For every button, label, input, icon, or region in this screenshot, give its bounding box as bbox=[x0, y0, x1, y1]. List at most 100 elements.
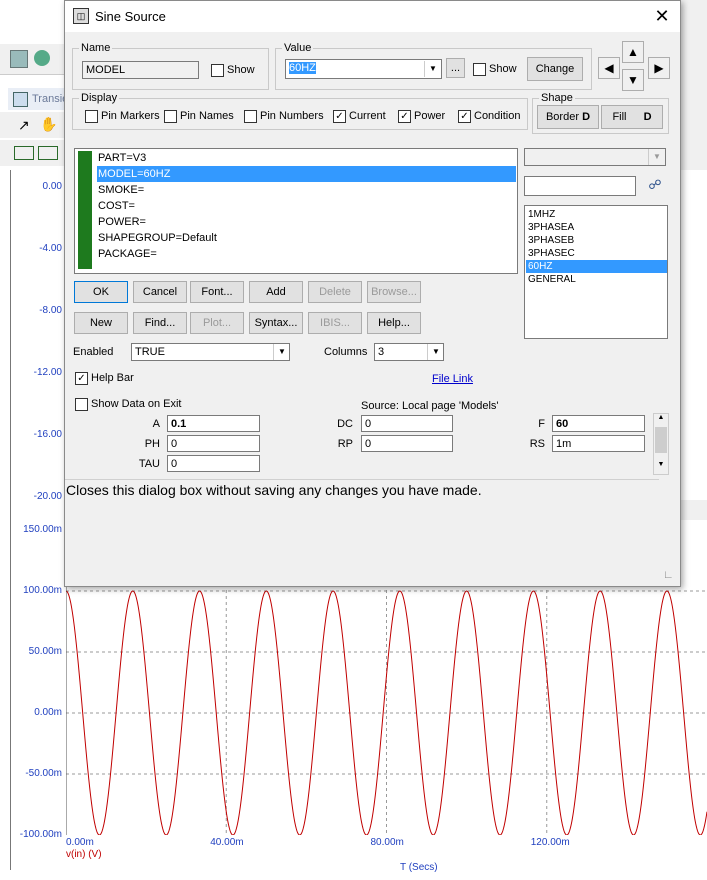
help-bar-checkbox[interactable]: ✓ bbox=[75, 372, 88, 385]
cursor-tool-icon-2[interactable] bbox=[38, 146, 58, 160]
param-rs-field[interactable]: 1m bbox=[552, 435, 645, 452]
binoculars-icon[interactable]: ☍ bbox=[646, 177, 664, 195]
help-text-area: Closes this dialog box without saving an… bbox=[65, 479, 659, 585]
button-syntax[interactable]: Syntax... bbox=[249, 312, 303, 334]
value-show-checkbox[interactable] bbox=[473, 63, 486, 76]
globe-icon[interactable] bbox=[34, 50, 50, 66]
arrow-left-icon[interactable]: ◀ bbox=[598, 57, 620, 79]
enabled-dropdown-icon[interactable]: ▼ bbox=[273, 344, 290, 360]
scroll-up-icon[interactable]: ▲ bbox=[654, 414, 668, 426]
scroll-down-icon[interactable]: ▼ bbox=[654, 461, 668, 473]
display-checkbox-2[interactable] bbox=[244, 110, 257, 123]
button-add[interactable]: Add bbox=[249, 281, 303, 303]
display-label-2: Pin Numbers bbox=[260, 110, 324, 122]
help-bar-label: Help Bar bbox=[91, 372, 134, 384]
bottom-plot-y-tick: 150.00m bbox=[23, 524, 62, 535]
param-ph-label: PH bbox=[144, 438, 160, 450]
button-help[interactable]: Help... bbox=[367, 312, 421, 334]
display-checkbox-0[interactable] bbox=[85, 110, 98, 123]
border-style-icon: D bbox=[582, 111, 591, 123]
value-ellipsis-button[interactable]: ... bbox=[446, 58, 465, 78]
display-label-1: Pin Names bbox=[180, 110, 234, 122]
display-checkbox-1[interactable] bbox=[164, 110, 177, 123]
attribute-item[interactable]: PACKAGE= bbox=[97, 246, 516, 262]
button-cancel[interactable]: Cancel bbox=[133, 281, 187, 303]
attribute-list[interactable]: PART=V3 MODEL=60HZ SMOKE= COST= POWER= SHAPEG… bbox=[74, 148, 518, 274]
bottom-plot-y-tick: 0.00m bbox=[34, 707, 62, 718]
dialog-title: Sine Source bbox=[95, 9, 166, 24]
button-ibis[interactable]: IBIS... bbox=[308, 312, 362, 334]
display-checkbox-4[interactable]: ✓ bbox=[398, 110, 411, 123]
attribute-item[interactable]: COST= bbox=[97, 198, 516, 214]
resize-grip-icon[interactable]: ∟ bbox=[663, 569, 677, 583]
show-data-checkbox[interactable] bbox=[75, 398, 88, 411]
param-ph-field[interactable]: 0 bbox=[167, 435, 260, 452]
attribute-item[interactable]: MODEL=60HZ bbox=[97, 166, 516, 182]
button-ok[interactable]: OK bbox=[74, 281, 128, 303]
title-bar: ◫ Sine Source ✕ bbox=[65, 1, 680, 32]
x-axis-title: T (Secs) bbox=[400, 862, 438, 873]
model-library-dropdown-icon[interactable]: ▼ bbox=[648, 149, 665, 165]
name-field[interactable]: MODEL bbox=[82, 61, 199, 79]
attribute-item[interactable]: PART=V3 bbox=[97, 150, 516, 166]
param-dc-field[interactable]: 0 bbox=[361, 415, 453, 432]
columns-dropdown-icon[interactable]: ▼ bbox=[427, 344, 444, 360]
param-scrollbar[interactable]: ▲ ▼ bbox=[653, 413, 669, 475]
fill-button-label: Fill bbox=[612, 111, 627, 123]
bottom-plot-y-tick: 50.00m bbox=[28, 646, 62, 657]
param-tau-field[interactable]: 0 bbox=[167, 455, 260, 472]
button-plot[interactable]: Plot... bbox=[190, 312, 244, 334]
cursor-tool-icon[interactable] bbox=[14, 146, 34, 160]
name-show-checkbox[interactable] bbox=[211, 64, 224, 77]
pointer-icon[interactable]: ↗ bbox=[18, 117, 30, 134]
value-combo[interactable]: 60HZ bbox=[285, 59, 442, 79]
shape-group-label: Shape bbox=[539, 92, 575, 104]
model-item[interactable]: 60HZ bbox=[526, 260, 667, 273]
display-checkbox-5[interactable]: ✓ bbox=[458, 110, 471, 123]
close-icon[interactable]: ✕ bbox=[650, 5, 674, 27]
model-list[interactable]: 1MHZ 3PHASEA 3PHASEB 3PHASEC 60HZ GENERAL bbox=[524, 205, 668, 339]
model-library-combo[interactable] bbox=[524, 148, 666, 166]
bottom-plot-y-tick: -50.00m bbox=[25, 768, 62, 779]
top-plot-y-tick: 0.00 bbox=[42, 181, 62, 192]
arrow-down-icon[interactable]: ▼ bbox=[622, 69, 644, 91]
button-new[interactable]: New bbox=[74, 312, 128, 334]
fill-button[interactable]: Fill D bbox=[601, 105, 663, 129]
scroll-thumb[interactable] bbox=[655, 427, 667, 453]
param-f-field[interactable]: 60 bbox=[552, 415, 645, 432]
model-item[interactable]: 3PHASEB bbox=[526, 234, 667, 247]
arrow-right-icon[interactable]: ▶ bbox=[648, 57, 670, 79]
file-link[interactable]: File Link bbox=[432, 373, 473, 385]
attribute-item[interactable]: SHAPEGROUP=Default bbox=[97, 230, 516, 246]
change-button[interactable]: Change bbox=[527, 57, 583, 81]
model-item[interactable]: GENERAL bbox=[526, 273, 667, 286]
display-label-0: Pin Markers bbox=[101, 110, 160, 122]
source-text: Source: Local page 'Models' bbox=[361, 400, 499, 412]
attribute-item[interactable]: POWER= bbox=[97, 214, 516, 230]
model-item[interactable]: 3PHASEA bbox=[526, 221, 667, 234]
toolbar-icon[interactable] bbox=[10, 50, 28, 68]
param-rp-field[interactable]: 0 bbox=[361, 435, 453, 452]
param-rp-label: RP bbox=[337, 438, 353, 450]
model-search-input[interactable] bbox=[524, 176, 636, 196]
hand-icon[interactable]: ✋ bbox=[40, 116, 57, 133]
model-item[interactable]: 1MHZ bbox=[526, 208, 667, 221]
attribute-item[interactable]: SMOKE= bbox=[97, 182, 516, 198]
transient-tab[interactable]: Transie bbox=[8, 88, 68, 110]
display-checkbox-3[interactable]: ✓ bbox=[333, 110, 346, 123]
enabled-combo[interactable]: TRUE bbox=[131, 343, 290, 361]
model-item[interactable]: 3PHASEC bbox=[526, 247, 667, 260]
value-dropdown-arrow-icon[interactable]: ▼ bbox=[424, 61, 441, 77]
button-delete[interactable]: Delete bbox=[308, 281, 362, 303]
value-show-label: Show bbox=[489, 63, 517, 75]
button-find[interactable]: Find... bbox=[133, 312, 187, 334]
component-icon: ◫ bbox=[73, 8, 89, 24]
border-button[interactable]: Border D bbox=[537, 105, 599, 129]
button-browse[interactable]: Browse... bbox=[367, 281, 421, 303]
arrow-up-icon[interactable]: ▲ bbox=[622, 41, 644, 63]
columns-label: Columns bbox=[324, 346, 368, 358]
param-a-field[interactable]: 0.1 bbox=[167, 415, 260, 432]
top-plot-y-tick: -20.00 bbox=[33, 491, 62, 502]
bottom-plot-x-tick: 120.00m bbox=[530, 837, 570, 848]
button-font[interactable]: Font... bbox=[190, 281, 244, 303]
